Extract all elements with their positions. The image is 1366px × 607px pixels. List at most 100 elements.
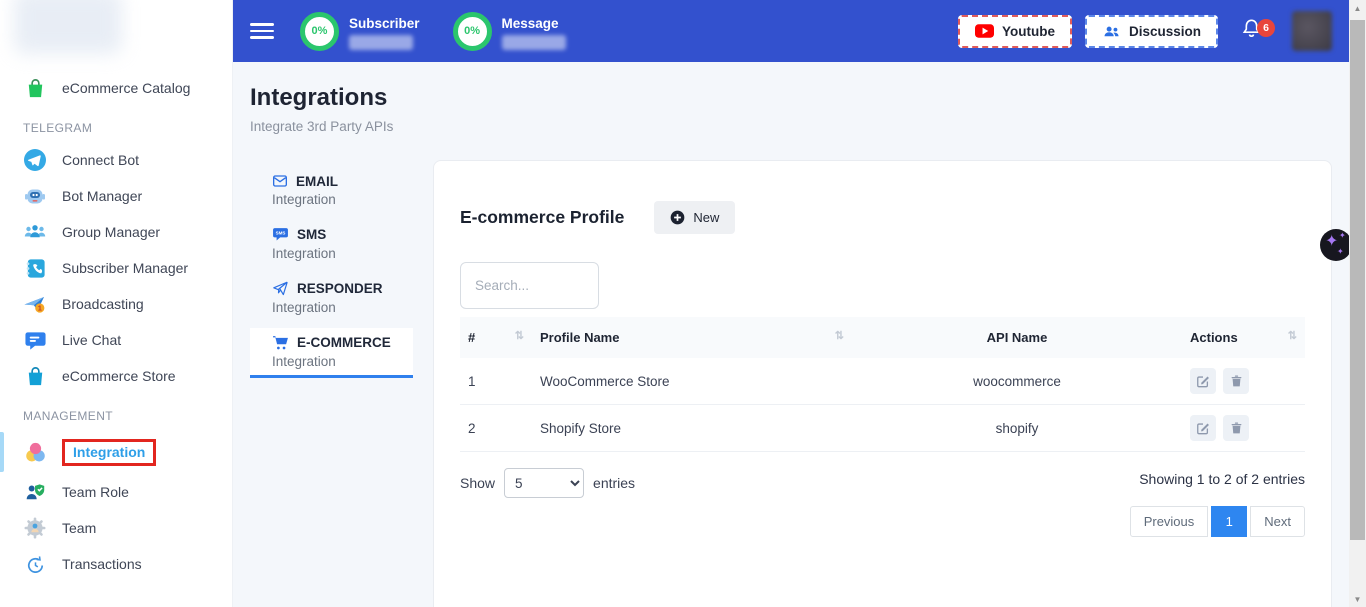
scroll-up-arrow[interactable]: ▲ [1349, 0, 1366, 16]
tab-responder-integration[interactable]: RESPONDER Integration [250, 274, 413, 321]
tab-sublabel: Integration [250, 354, 413, 369]
showing-entries-text: Showing 1 to 2 of 2 entries [1139, 468, 1305, 487]
sidebar-item-subscriber-manager[interactable]: Subscriber Manager [0, 250, 232, 286]
youtube-button[interactable]: Youtube [958, 15, 1072, 48]
avatar[interactable] [1292, 11, 1332, 51]
sidebar-item-ecommerce-catalog[interactable]: eCommerce Catalog [0, 70, 232, 106]
sidebar-item-integration[interactable]: Integration [0, 430, 232, 474]
row-api-name: woocommerce [852, 358, 1182, 405]
delete-button[interactable] [1223, 368, 1249, 394]
sidebar-item-label: Transactions [62, 556, 142, 572]
sidebar-item-broadcasting[interactable]: 1 Broadcasting [0, 286, 232, 322]
sidebar-item-team[interactable]: Team [0, 510, 232, 546]
sidebar-item-live-chat[interactable]: Live Chat [0, 322, 232, 358]
sparkle-icon: ✦ [1339, 232, 1346, 240]
sort-icon[interactable]: ⇅ [515, 330, 524, 342]
notification-badge: 6 [1257, 19, 1275, 37]
table-header-row: #⇅ Profile Name⇅ API Name Actions⇅ [460, 317, 1305, 358]
tab-label: SMS [297, 227, 326, 242]
sparkle-icon: ✦ [1337, 248, 1344, 256]
table-row: 1 WooCommerce Store woocommerce [460, 358, 1305, 405]
tab-label: EMAIL [296, 174, 338, 189]
telegram-icon [22, 147, 48, 173]
clock-history-icon [22, 551, 48, 577]
subscriber-label: Subscriber [349, 16, 420, 31]
sidebar-section-management: MANAGEMENT [0, 394, 232, 430]
panel-title: E-commerce Profile [460, 207, 624, 228]
edit-icon [1196, 374, 1210, 388]
youtube-icon [975, 24, 994, 38]
page-size-select[interactable]: 5 [504, 468, 584, 498]
show-label: Show [460, 475, 495, 491]
row-api-name: shopify [852, 405, 1182, 452]
svg-text:SMS: SMS [276, 231, 286, 236]
tab-label: E-COMMERCE [297, 335, 391, 350]
robot-icon [22, 183, 48, 209]
message-value-blurred [502, 35, 566, 50]
sidebar-item-transactions[interactable]: Transactions [0, 546, 232, 582]
row-num: 1 [460, 358, 532, 405]
envelope-icon [272, 173, 288, 189]
tab-sms-integration[interactable]: SMS SMS Integration [250, 220, 413, 267]
search-input[interactable] [460, 262, 599, 309]
page-1-button[interactable]: 1 [1211, 506, 1247, 537]
app-window: eCommerce Catalog TELEGRAM Connect Bot B… [0, 0, 1366, 607]
scrollbar-thumb[interactable] [1350, 20, 1365, 540]
sidebar-item-ecommerce-store[interactable]: eCommerce Store [0, 358, 232, 394]
ecommerce-profile-card: E-commerce Profile New #⇅ Profile Name⇅ … [433, 160, 1332, 607]
tab-sublabel: Integration [250, 246, 413, 261]
sidebar-item-group-manager[interactable]: Group Manager [0, 214, 232, 250]
hamburger-menu-icon[interactable] [250, 19, 274, 44]
tab-sublabel: Integration [250, 192, 413, 207]
subscriber-percent: 0% [312, 25, 328, 37]
person-shield-icon [22, 479, 48, 505]
discussion-button-label: Discussion [1129, 24, 1201, 39]
delete-button[interactable] [1223, 415, 1249, 441]
new-button[interactable]: New [654, 201, 735, 234]
edit-button[interactable] [1190, 368, 1216, 394]
chat-bubble-icon [22, 327, 48, 353]
column-header-num[interactable]: #⇅ [460, 317, 532, 358]
sidebar-item-label: Broadcasting [62, 296, 144, 312]
edit-icon [1196, 421, 1210, 435]
discussion-button[interactable]: Discussion [1085, 15, 1218, 48]
subscriber-stat: 0% Subscriber [300, 12, 420, 51]
edit-button[interactable] [1190, 415, 1216, 441]
notification-bell[interactable]: 6 [1240, 16, 1266, 46]
tab-email-integration[interactable]: EMAIL Integration [250, 167, 413, 213]
column-header-profile-name[interactable]: Profile Name⇅ [532, 317, 852, 358]
youtube-button-label: Youtube [1002, 24, 1055, 39]
sidebar-item-bot-manager[interactable]: Bot Manager [0, 178, 232, 214]
sort-icon[interactable]: ⇅ [835, 330, 844, 342]
message-percent: 0% [464, 25, 480, 37]
store-bag-icon [22, 363, 48, 389]
tab-ecommerce-integration[interactable]: E-COMMERCE Integration [250, 328, 413, 378]
column-header-api-name[interactable]: API Name [852, 317, 1182, 358]
main-content: Integrations Integrate 3rd Party APIs EM… [233, 62, 1349, 607]
trash-icon [1230, 374, 1243, 388]
column-header-actions[interactable]: Actions⇅ [1182, 317, 1305, 358]
sidebar-item-label: Team Role [62, 484, 129, 500]
previous-page-button[interactable]: Previous [1130, 506, 1209, 537]
sidebar-item-label: eCommerce Store [62, 368, 176, 384]
scroll-down-arrow[interactable]: ▼ [1349, 591, 1366, 607]
paper-plane-icon [272, 280, 289, 297]
scrollbar[interactable]: ▲ ▼ [1349, 0, 1366, 607]
message-stat: 0% Message [453, 12, 566, 51]
ai-assistant-button[interactable]: ✦ ✦ ✦ [1320, 229, 1352, 261]
sort-icon[interactable]: ⇅ [1288, 330, 1297, 342]
active-indicator [0, 432, 4, 472]
sidebar: eCommerce Catalog TELEGRAM Connect Bot B… [0, 0, 233, 607]
sidebar-item-connect-bot[interactable]: Connect Bot [0, 142, 232, 178]
sidebar-item-label-integration: Integration [62, 439, 156, 466]
next-page-button[interactable]: Next [1250, 506, 1305, 537]
profiles-table: #⇅ Profile Name⇅ API Name Actions⇅ 1 Woo… [460, 317, 1305, 452]
plus-circle-icon [670, 210, 685, 225]
sidebar-item-label: Team [62, 520, 96, 536]
sidebar-item-label: Group Manager [62, 224, 160, 240]
sidebar-item-label: Bot Manager [62, 188, 142, 204]
tab-sublabel: Integration [250, 300, 413, 315]
sidebar-item-team-role[interactable]: Team Role [0, 474, 232, 510]
contact-book-icon [22, 255, 48, 281]
sidebar-item-label: eCommerce Catalog [62, 80, 190, 96]
